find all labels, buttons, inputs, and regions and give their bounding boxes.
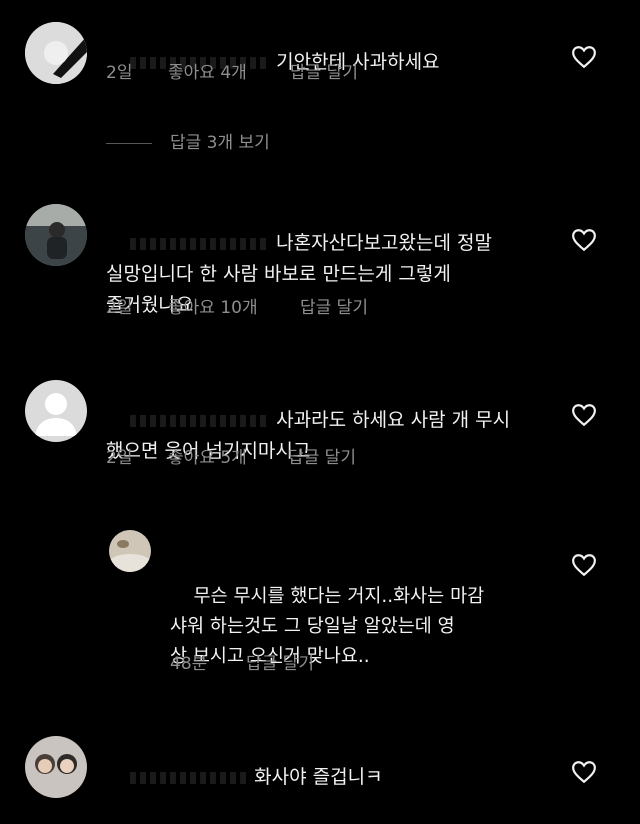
avatar-image: [25, 736, 87, 798]
timestamp: 48분: [170, 654, 208, 674]
view-replies-label[interactable]: 답글 3개 보기: [170, 130, 270, 156]
heart-icon[interactable]: [571, 228, 597, 252]
timestamp: 2일: [106, 63, 133, 83]
comment-meta: 2일 좋아요 10개 답글 달기: [106, 296, 506, 320]
avatar-image: [25, 204, 87, 266]
reply-button[interactable]: 답글 달기: [290, 61, 358, 85]
username-redacted[interactable]: [130, 771, 249, 784]
comment-text: 무슨 무시를 했다는 거지..화사는 마감 샤워 하는것도 그 당일날 알았는데…: [170, 586, 485, 667]
comment-meta: 2일 좋아요 5개 답글 달기: [106, 446, 506, 470]
username-redacted[interactable]: [130, 414, 271, 427]
reply-button[interactable]: 답글 달기: [300, 296, 368, 320]
likes-count[interactable]: 좋아요 4개: [168, 61, 247, 85]
username-redacted[interactable]: [130, 237, 271, 250]
avatar[interactable]: [25, 204, 87, 266]
default-avatar-icon: [25, 380, 87, 442]
divider-line: [106, 143, 152, 144]
heart-icon[interactable]: [571, 45, 597, 69]
comment-text: 나혼자산다보고왔는데 정말 실망입니다 한 사람 바보로 만드는게 그렇게 즐거…: [106, 232, 492, 316]
timestamp: 2일: [106, 298, 133, 318]
likes-count[interactable]: 좋아요 10개: [168, 296, 258, 320]
heart-icon[interactable]: [571, 403, 597, 427]
timestamp: 2일: [106, 448, 133, 468]
comment-text: 사과라도 하세요 사람 개 무시 했으면 웃어 넘기지마시고: [106, 409, 511, 462]
heart-icon[interactable]: [571, 553, 597, 577]
avatar-image: [25, 22, 87, 84]
avatar[interactable]: [25, 380, 87, 442]
avatar[interactable]: [25, 736, 87, 798]
comment-meta: 48분 답글 달기: [170, 652, 470, 676]
avatar-image: [109, 530, 151, 572]
reply-button[interactable]: 답글 달기: [246, 652, 314, 676]
avatar[interactable]: [109, 530, 151, 572]
likes-count[interactable]: 좋아요 5개: [168, 446, 247, 470]
comment-text: 화사야 즐겁니ㅋ: [106, 731, 383, 824]
heart-icon[interactable]: [571, 760, 597, 784]
reply-button[interactable]: 답글 달기: [288, 446, 356, 470]
comment-meta: 2일 좋아요 4개 답글 달기: [106, 61, 506, 85]
avatar[interactable]: [25, 22, 87, 84]
